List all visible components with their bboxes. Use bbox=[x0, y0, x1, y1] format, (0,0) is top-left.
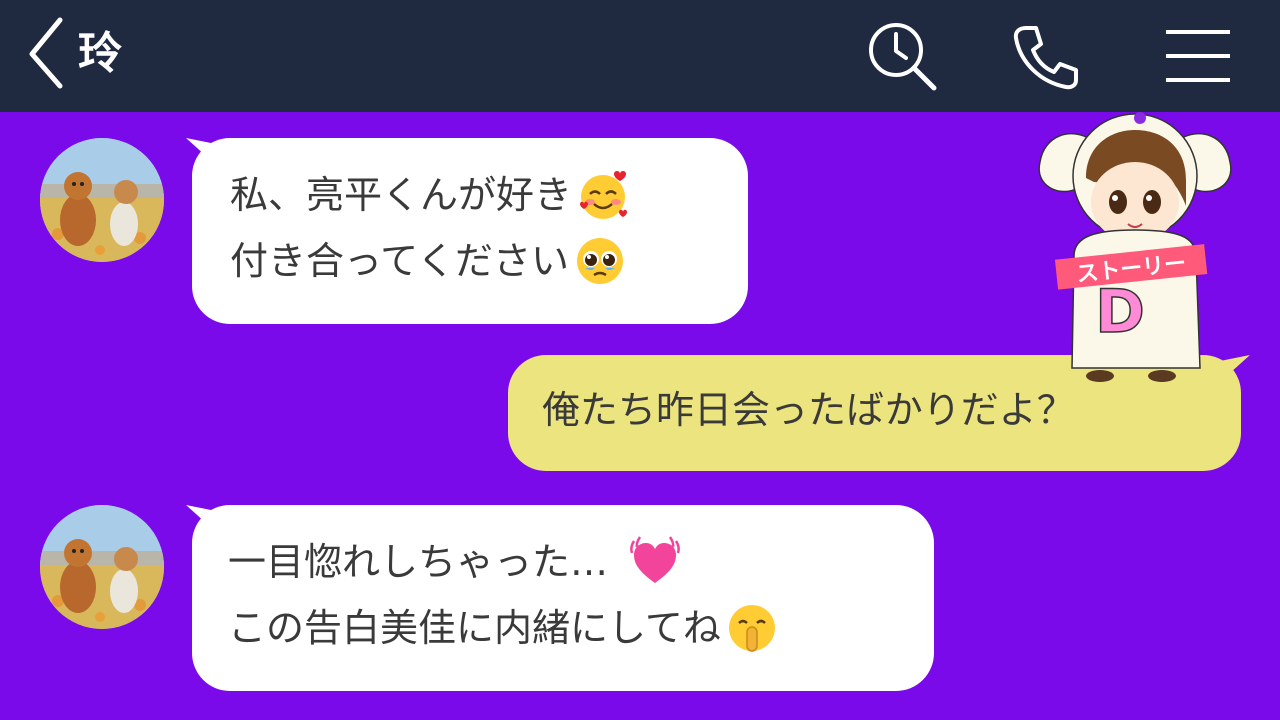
beating-heart-icon bbox=[628, 535, 682, 589]
search-button[interactable] bbox=[864, 18, 940, 94]
phone-icon bbox=[1013, 26, 1078, 90]
dogs-photo-icon bbox=[40, 505, 164, 629]
message-text: 私、亮平くんが好き bbox=[230, 173, 573, 217]
message-text: この告白美佳に内緒にしてね bbox=[228, 606, 721, 650]
chat-header: 玲 bbox=[0, 0, 1280, 112]
menu-button[interactable] bbox=[1160, 18, 1236, 94]
character-sticker: ストーリー D bbox=[1038, 112, 1232, 382]
message-text: 一目惚れしちゃった… bbox=[228, 540, 609, 584]
pleading-face-icon bbox=[573, 234, 627, 288]
chat-title: 玲 bbox=[78, 28, 122, 79]
message-line: 私、亮平くんが好き bbox=[230, 162, 748, 228]
sticker-letter: D bbox=[1095, 277, 1145, 347]
back-chevron-icon bbox=[29, 17, 63, 89]
smiling-face-with-hearts-icon bbox=[576, 168, 630, 222]
hamburger-menu-icon bbox=[1166, 30, 1230, 82]
message-line: この告白美佳に内緒にしてね bbox=[228, 595, 934, 661]
search-history-icon bbox=[869, 23, 937, 91]
avatar[interactable] bbox=[40, 138, 164, 262]
dogs-photo-icon bbox=[40, 138, 164, 262]
avatar[interactable] bbox=[40, 505, 164, 629]
call-button[interactable] bbox=[1006, 18, 1082, 94]
message-bubble[interactable]: 一目惚れしちゃった… この告白美佳に内緒にしてね bbox=[192, 505, 934, 691]
shushing-face-icon bbox=[725, 601, 779, 655]
message-line: 一目惚れしちゃった… bbox=[228, 529, 934, 595]
message-text: 付き合ってください bbox=[230, 239, 569, 283]
message-text: 俺たち昨日会ったばかりだよ？ bbox=[542, 388, 1075, 432]
message-line: 付き合ってください bbox=[230, 228, 748, 294]
message-bubble[interactable]: 私、亮平くんが好き 付き合ってください bbox=[192, 138, 748, 324]
back-button[interactable] bbox=[22, 14, 72, 90]
